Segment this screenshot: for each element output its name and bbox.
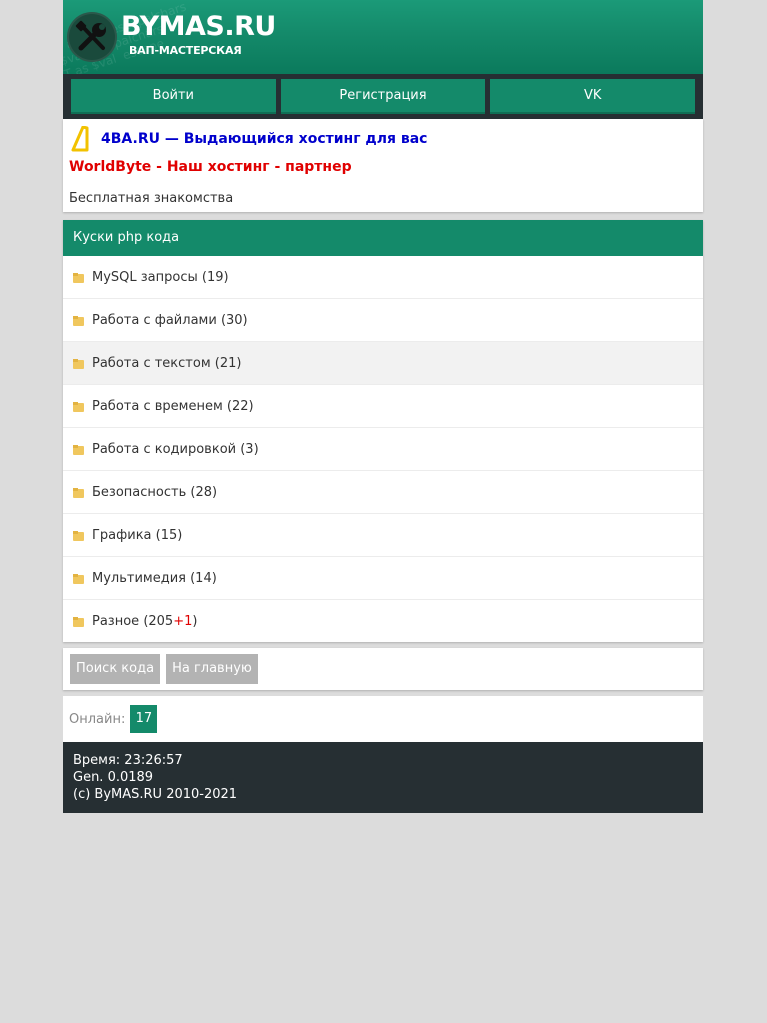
category-label: Работа с файлами [92,312,217,328]
folder-icon [73,359,84,369]
section-title: Куски php кода [63,220,703,256]
category-item-encoding[interactable]: Работа с кодировкой (3) [63,428,703,471]
folder-icon [73,574,84,584]
online-counter: Онлайн: 17 [63,696,703,742]
category-new-count: +1 [173,613,193,629]
category-label: Работа с кодировкой [92,441,237,457]
category-item-text[interactable]: Работа с текстом (21) [63,342,703,385]
category-item-time[interactable]: Работа с временем (22) [63,385,703,428]
category-label: Разное [92,613,140,629]
category-label: Графика [92,527,152,543]
category-count: (3) [240,441,259,457]
ad-worldbyte-link[interactable]: WorldByte - Наш хостинг - партнер [69,159,697,175]
action-buttons: Поиск кода На главную [63,648,703,690]
search-code-button[interactable]: Поиск кода [70,654,161,684]
category-count-prefix: (205 [143,613,174,629]
code-categories-section: Куски php кода MySQL запросы (19) Работа… [63,220,703,642]
category-count-suffix: ) [192,613,198,629]
online-label: Онлайн: [69,711,126,727]
category-count: (21) [214,355,242,371]
category-item-misc[interactable]: Разное (205 +1) [63,600,703,642]
folder-icon [73,445,84,455]
category-item-multimedia[interactable]: Мультимедия (14) [63,557,703,600]
folder-icon [73,531,84,541]
site-footer: Время: 23:26:57 Gen. 0.0189 (c) ByMAS.RU… [63,742,703,813]
ad-4ba-text[interactable]: 4BA.RU — Выдающийся хостинг для вас [101,131,427,147]
site-logo-title[interactable]: BYMAS.RU [121,12,276,42]
home-button[interactable]: На главную [166,654,258,684]
online-count-badge[interactable]: 17 [130,705,158,733]
ad-dating-link[interactable]: Бесплатная знакомства [69,191,697,206]
category-count: (19) [201,269,229,285]
category-count: (28) [190,484,218,500]
4ba-logo-icon [71,126,89,152]
folder-icon [73,316,84,326]
category-label: Работа с временем [92,398,223,414]
category-label: MySQL запросы [92,269,198,285]
top-nav: Войти Регистрация VK [63,74,703,119]
footer-copyright: (c) ByMAS.RU 2010-2021 [73,787,238,802]
category-item-graphics[interactable]: Графика (15) [63,514,703,557]
site-header: ST as $val escapalchars $val escapalchar… [63,0,703,74]
folder-icon [73,488,84,498]
category-count: (30) [220,312,248,328]
login-button[interactable]: Войти [71,79,276,114]
category-label: Работа с текстом [92,355,211,371]
vk-button[interactable]: VK [490,79,696,114]
folder-icon [73,273,84,283]
category-item-security[interactable]: Безопасность (28) [63,471,703,514]
page-container: ST as $val escapalchars $val escapalchar… [63,0,703,813]
category-count: (14) [190,570,217,586]
category-label: Мультимедия [92,570,186,586]
ads-block: 4BA.RU — Выдающийся хостинг для вас Worl… [63,119,703,212]
category-label: Безопасность [92,484,187,500]
category-count: (15) [155,527,183,543]
site-logo-subtitle: ВАП-МАСТЕРСКАЯ [129,44,242,57]
category-item-files[interactable]: Работа с файлами (30) [63,299,703,342]
footer-time: Время: 23:26:57 [73,753,183,768]
footer-gen: Gen. 0.0189 [73,770,154,785]
category-item-mysql[interactable]: MySQL запросы (19) [63,256,703,299]
folder-icon [73,402,84,412]
ad-4ba-link[interactable]: 4BA.RU — Выдающийся хостинг для вас [69,125,697,153]
wrench-screwdriver-icon [75,20,106,51]
folder-icon [73,617,84,627]
register-button[interactable]: Регистрация [280,79,486,114]
logo-tools-icon[interactable] [67,12,117,62]
category-count: (22) [226,398,254,414]
